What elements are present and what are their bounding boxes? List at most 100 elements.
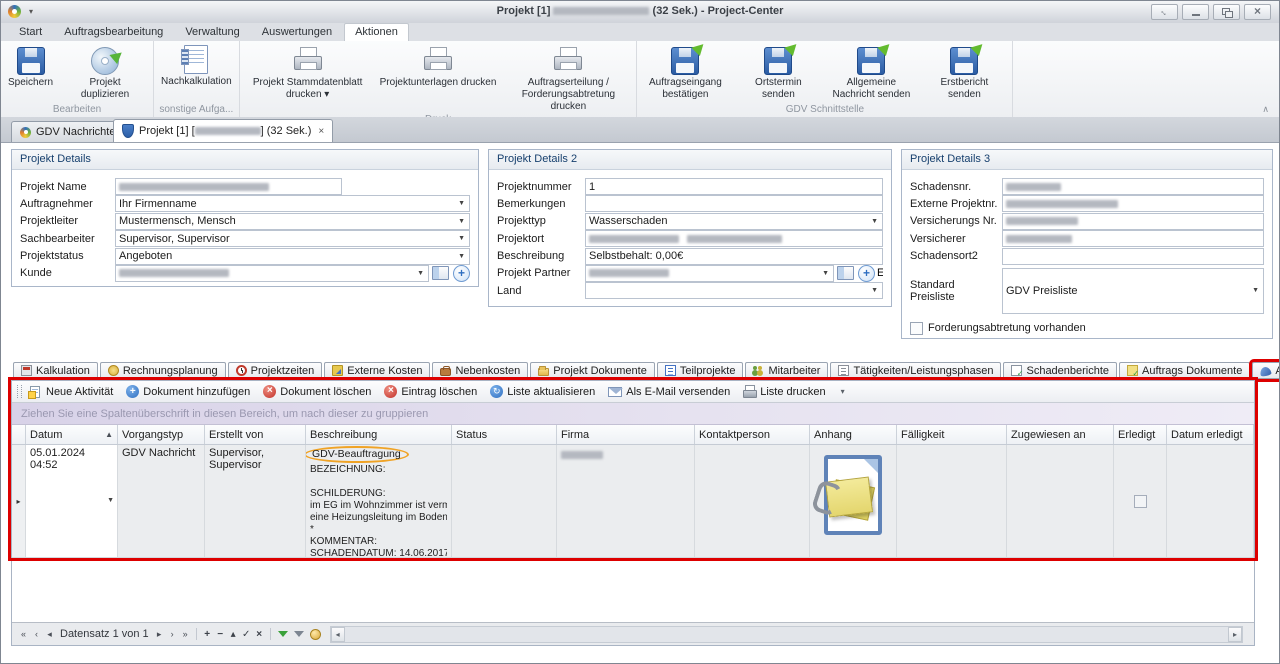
grid-tab[interactable]: Teilprojekte (657, 362, 744, 379)
cell-firma[interactable] (557, 445, 695, 557)
scroll-left-icon[interactable]: ◂ (331, 627, 345, 642)
ribbon-tab[interactable]: Start (9, 24, 52, 41)
restore-button[interactable] (1213, 4, 1240, 20)
projektort-input[interactable] (585, 230, 883, 247)
column-header-erstellt-von[interactable]: Erstellt von (205, 425, 306, 444)
ribbon-tab[interactable]: Auftragsbearbeitung (54, 24, 173, 41)
contact-card-icon[interactable] (837, 266, 854, 280)
sachbearbeiter-select[interactable]: Supervisor, Supervisor▼ (115, 230, 470, 247)
ribbon-button[interactable]: Nachkalkulation (157, 42, 236, 89)
cell-vorgangstyp[interactable]: GDV Nachricht (118, 445, 205, 557)
ribbon-button[interactable]: Ortstermin senden (733, 42, 823, 102)
column-header-beschreibung[interactable]: Beschreibung (306, 425, 452, 444)
column-header-kontaktperson[interactable]: Kontaktperson (695, 425, 810, 444)
toolbar-overflow-chevron-icon[interactable]: ▾ (841, 387, 845, 396)
versicherungs-nr-input[interactable] (1002, 213, 1264, 230)
cell-datum[interactable]: 05.01.2024 04:52 ▼ (26, 445, 118, 557)
projekt-name-input[interactable] (115, 178, 342, 195)
erledigt-checkbox[interactable] (1134, 495, 1147, 508)
grid-tab[interactable]: Mitarbeiter (745, 362, 828, 379)
grid-tab[interactable]: Kalkulation (13, 362, 98, 379)
beschreibung-input[interactable]: Selbstbehalt: 0,00€ (585, 248, 883, 265)
minimize-button[interactable] (1182, 4, 1209, 20)
column-header-vorgangstyp[interactable]: Vorgangstyp (118, 425, 205, 444)
filter-icon[interactable] (278, 631, 288, 637)
filter-builder-icon[interactable] (294, 631, 304, 637)
prior-record-button[interactable]: ◂ (43, 629, 56, 640)
column-header-anhang[interactable]: Anhang (810, 425, 897, 444)
ribbon-tab[interactable]: Verwaltung (175, 24, 249, 41)
toolbar-button[interactable]: Eintrag löschen (384, 385, 477, 398)
toolbar-button[interactable]: Als E-Mail versenden (608, 386, 730, 398)
last-record-button[interactable]: » (179, 629, 192, 639)
standard-preisliste-select[interactable]: GDV Preisliste▼ (1002, 268, 1264, 314)
toolbar-button[interactable]: Neue Aktivität (28, 386, 113, 398)
chevron-down-icon[interactable]: ▼ (107, 497, 114, 504)
add-kunde-button[interactable]: + (453, 265, 470, 282)
toolbar-button[interactable]: Liste aktualisieren (490, 385, 595, 398)
projektnummer-input[interactable]: 1 (585, 178, 883, 195)
cell-zugewiesen-an[interactable] (1007, 445, 1114, 557)
filter-customize-icon[interactable] (310, 629, 321, 640)
column-header-status[interactable]: Status (452, 425, 557, 444)
ribbon-collapse-icon[interactable]: ∧ (1262, 104, 1269, 115)
toolbar-grip[interactable] (17, 385, 22, 398)
kunde-select[interactable]: ▼ (115, 265, 429, 282)
table-row[interactable]: ▸ 05.01.2024 04:52 ▼ GDV Nachricht Super… (12, 445, 1254, 558)
cell-kontaktperson[interactable] (695, 445, 810, 557)
ribbon-tab[interactable]: Aktionen (344, 23, 409, 41)
ribbon-button[interactable]: Projekt Stammdatenblatt drucken ▾ (243, 42, 373, 102)
cell-anhang[interactable] (810, 445, 897, 557)
cell-faelligkeit[interactable] (897, 445, 1007, 557)
grid-tab[interactable]: Projekt Dokumente (530, 362, 655, 379)
next-record-button[interactable]: ▸ (153, 629, 166, 640)
append-record-button[interactable]: + (201, 629, 214, 640)
cancel-edit-button[interactable]: × (253, 629, 266, 640)
doc-tab-projekt[interactable]: Projekt [1] [] (32 Sek.) × (113, 119, 333, 142)
group-by-bar[interactable]: Ziehen Sie eine Spaltenüberschrift in di… (12, 403, 1254, 425)
ribbon-button[interactable]: Speichern (4, 42, 57, 90)
column-header-zugewiesen-an[interactable]: Zugewiesen an (1007, 425, 1114, 444)
close-button[interactable] (1244, 4, 1271, 20)
add-partner-button[interactable]: + (858, 265, 875, 282)
ribbon-button[interactable]: Projekt duplizieren (60, 42, 150, 102)
post-edit-button[interactable]: ✓ (240, 629, 253, 640)
grid-tab[interactable]: Schadenberichte (1003, 362, 1117, 379)
forderungsabtretung-checkbox[interactable] (910, 322, 923, 335)
scroll-right-icon[interactable]: ▸ (1228, 627, 1242, 642)
land-select[interactable]: ▼ (585, 282, 883, 299)
cell-beschreibung[interactable]: GDV-Beauftragung BEZEICHNUNG:SCHILDERUNG… (306, 445, 452, 557)
grid-tab[interactable]: Auftrags Dokumente (1119, 362, 1250, 379)
prior-page-button[interactable]: ‹ (30, 629, 43, 639)
cell-datum-erledigt[interactable] (1167, 445, 1254, 557)
column-header-firma[interactable]: Firma (557, 425, 695, 444)
grid-tab[interactable]: Aktivitäten (1252, 362, 1280, 379)
versicherer-input[interactable] (1002, 230, 1264, 247)
toolbar-button[interactable]: Liste drucken (743, 385, 825, 398)
grid-tab[interactable]: Projektzeiten (228, 362, 323, 379)
grid-tab[interactable]: Rechnungsplanung (100, 362, 226, 379)
projektstatus-select[interactable]: Angeboten▼ (115, 248, 470, 265)
column-header-faelligkeit[interactable]: Fälligkeit (897, 425, 1007, 444)
cell-status[interactable] (452, 445, 557, 557)
ribbon-tab[interactable]: Auswertungen (252, 24, 342, 41)
toolbar-button[interactable]: Dokument löschen (263, 385, 371, 398)
externe-projektnr-input[interactable] (1002, 195, 1264, 212)
ribbon-button[interactable]: Allgemeine Nachricht senden (826, 42, 916, 102)
cell-erstellt-von[interactable]: Supervisor, Supervisor (205, 445, 306, 557)
ribbon-button[interactable]: Auftragserteilung / Forderungsabtretung … (503, 42, 633, 114)
grid-tab[interactable]: Tätigkeiten/Leistungsphasen (830, 362, 1001, 379)
contact-card-icon[interactable] (432, 266, 449, 280)
ribbon-button[interactable]: Erstbericht senden (919, 42, 1009, 102)
ribbon-button[interactable]: Auftragseingang bestätigen (640, 42, 730, 102)
column-header-datum[interactable]: Datum▲ (26, 425, 118, 444)
close-tab-icon[interactable]: × (318, 126, 324, 137)
edit-record-button[interactable]: ▴ (227, 629, 240, 640)
column-header-erledigt[interactable]: Erledigt (1114, 425, 1167, 444)
projektleiter-select[interactable]: Mustermensch, Mensch▼ (115, 213, 470, 230)
toolbar-button[interactable]: Dokument hinzufügen (126, 385, 250, 398)
grid-tab[interactable]: Nebenkosten (432, 362, 528, 379)
cell-erledigt[interactable] (1114, 445, 1167, 557)
delete-record-button[interactable]: − (214, 629, 227, 640)
schadensnr-input[interactable] (1002, 178, 1264, 195)
